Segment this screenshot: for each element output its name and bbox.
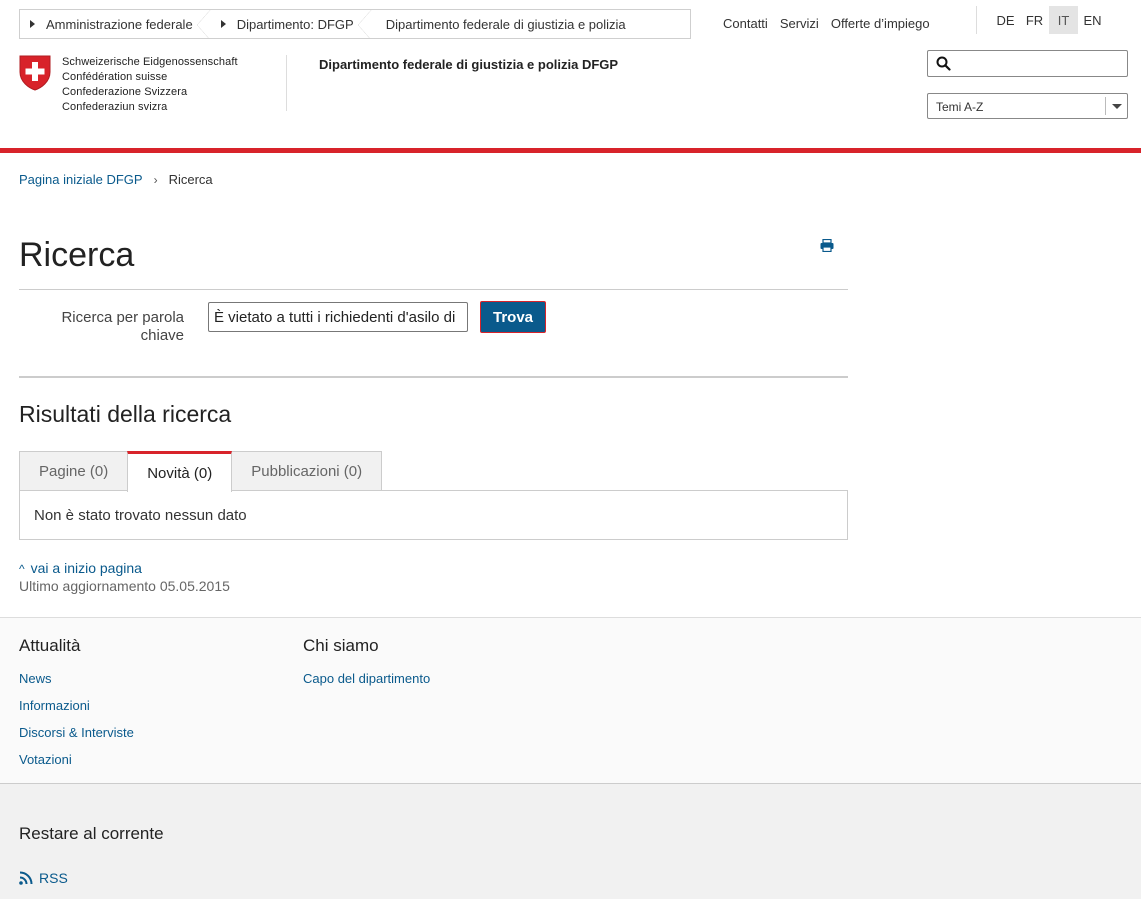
breadcrumb: Pagina iniziale DFGP › Ricerca xyxy=(19,172,213,187)
results-tabs: Pagine (0) Novità (0) Pubblicazioni (0) xyxy=(19,451,383,492)
top-breadcrumb: Amministrazione federale Dipartimento: D… xyxy=(19,9,691,39)
header-red-line xyxy=(0,148,1141,153)
back-to-top-link[interactable]: ^ vai a inizio pagina xyxy=(19,560,142,576)
jobs-link[interactable]: Offerte d’impiego xyxy=(831,16,930,31)
lang-en[interactable]: EN xyxy=(1078,6,1107,34)
page-title: Ricerca xyxy=(19,236,135,274)
swiss-crest-icon xyxy=(19,55,51,91)
footer-column-title: Chi siamo xyxy=(303,636,379,655)
triangle-right-icon xyxy=(30,20,35,28)
footer-link-votes[interactable]: Votazioni xyxy=(19,752,134,767)
footer-link-news[interactable]: News xyxy=(19,671,134,686)
stay-updated-title: Restare al corrente xyxy=(19,824,164,843)
lang-de[interactable]: DE xyxy=(991,6,1020,34)
footer-stay-updated: Restare al corrente xyxy=(0,784,1141,899)
footer-link-head-of-department[interactable]: Capo del dipartimento xyxy=(303,671,430,686)
services-link[interactable]: Servizi xyxy=(780,16,819,31)
find-button[interactable]: Trova xyxy=(480,301,546,333)
keyword-input[interactable] xyxy=(208,302,468,332)
top-links: Contatti Servizi Offerte d’impiego xyxy=(723,16,930,31)
topics-select[interactable]: Temi A-Z xyxy=(927,93,1128,119)
top-crumb-admin[interactable]: Amministrazione federale xyxy=(20,10,211,38)
topics-select-value: Temi A-Z xyxy=(936,100,984,114)
footer-column-about: Chi siamo Capo del dipartimento xyxy=(303,636,430,698)
logo-text: Schweizerische Eidgenossenschaft Confédé… xyxy=(62,56,238,113)
chevron-right-icon: › xyxy=(153,172,158,187)
top-crumb-current: Dipartimento federale di giustizia e pol… xyxy=(385,16,626,32)
breadcrumb-current: Ricerca xyxy=(168,172,213,187)
breadcrumb-home-link[interactable]: Pagina iniziale DFGP xyxy=(19,172,143,187)
rss-icon xyxy=(19,871,33,885)
last-update: Ultimo aggiornamento 05.05.2015 xyxy=(19,578,230,594)
footer-link-speeches[interactable]: Discorsi & Interviste xyxy=(19,725,134,740)
search-input[interactable] xyxy=(958,55,1123,73)
chevron-up-icon: ^ xyxy=(19,562,25,576)
site-header: Amministrazione federale Dipartimento: D… xyxy=(0,0,1141,148)
footer-link-info[interactable]: Informazioni xyxy=(19,698,134,713)
department-title: Dipartimento federale di giustizia e pol… xyxy=(319,57,619,72)
lang-fr[interactable]: FR xyxy=(1020,6,1049,34)
search-icon[interactable] xyxy=(936,56,951,76)
rss-link[interactable]: RSS xyxy=(19,870,68,886)
no-results-text: Non è stato trovato nessun dato xyxy=(34,507,247,524)
divider xyxy=(19,376,848,378)
tab-publications[interactable]: Pubblicazioni (0) xyxy=(231,451,383,491)
tab-panel: Non è stato trovato nessun dato xyxy=(19,490,848,540)
footer-column-title: Attualità xyxy=(19,636,81,655)
footer-column-news: Attualità News Informazioni Discorsi & I… xyxy=(19,636,134,779)
chevron-down-icon[interactable] xyxy=(1105,97,1127,115)
divider xyxy=(19,289,848,290)
top-crumb-department[interactable]: Dipartimento: DFGP xyxy=(211,10,372,38)
divider xyxy=(976,6,977,34)
tab-news[interactable]: Novità (0) xyxy=(127,451,233,492)
site-search[interactable] xyxy=(927,50,1128,77)
triangle-right-icon xyxy=(220,20,226,28)
language-switcher: DE FR IT EN xyxy=(991,6,1107,34)
footer-links: Attualità News Informazioni Discorsi & I… xyxy=(0,617,1141,784)
tab-pages[interactable]: Pagine (0) xyxy=(19,451,129,491)
divider xyxy=(286,55,287,111)
print-icon[interactable] xyxy=(820,238,834,257)
keyword-label: Ricerca per parola chiave xyxy=(61,309,184,344)
results-title: Risultati della ricerca xyxy=(19,401,232,427)
contacts-link[interactable]: Contatti xyxy=(723,16,768,31)
confederation-logo[interactable]: Schweizerische Eidgenossenschaft Confédé… xyxy=(19,55,238,115)
lang-it[interactable]: IT xyxy=(1049,6,1078,34)
